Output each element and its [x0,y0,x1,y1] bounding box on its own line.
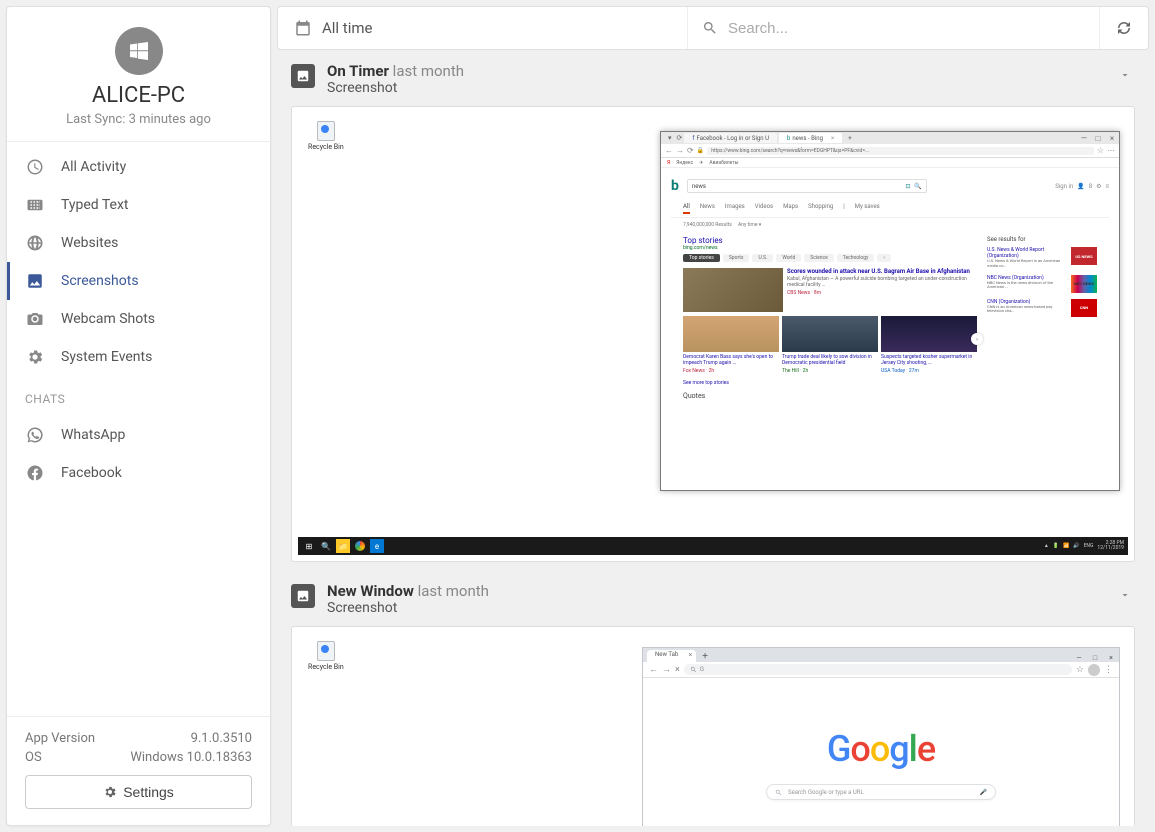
refresh-icon [1115,19,1133,37]
gear-icon [103,785,117,799]
gear-icon [25,347,45,367]
search-input[interactable] [728,20,1085,37]
entry: On Timer last month Screenshot Recycle B… [277,62,1149,562]
image-icon [291,584,315,608]
google-search-box: Search Google or type a URL 🎤 [766,784,996,800]
refresh-button[interactable] [1100,7,1148,49]
browser-window: ▾ ⟳ fFacebook - Log in or Sign U bnews -… [660,131,1120,491]
nav-list: All Activity Typed Text Websites Screens… [7,142,270,382]
nav-label: WhatsApp [61,427,125,443]
app-version-value: 9.1.0.3510 [191,731,252,746]
toolbar: All time [277,6,1149,50]
nav-label: Typed Text [61,197,129,213]
chats-header: CHATS [7,382,270,410]
entry-title: New Window [327,582,414,600]
whatsapp-icon [25,425,45,445]
device-last-sync: Last Sync: 3 minutes ago [17,112,260,127]
nav-label: Screenshots [61,273,139,289]
nav-websites[interactable]: Websites [7,224,270,262]
os-value: Windows 10.0.18363 [130,750,252,765]
screenshot-preview[interactable]: Recycle Bin ▾ ⟳ fFacebook - Log in or Si… [291,106,1135,562]
entry-subtitle: Screenshot [327,600,1103,616]
device-header: ALICE-PC Last Sync: 3 minutes ago [7,7,270,142]
entry-menu-toggle[interactable] [1115,582,1135,609]
chevron-down-icon [1119,69,1131,81]
nav-screenshots[interactable]: Screenshots [7,262,270,300]
entry-subtitle: Screenshot [327,80,1103,96]
settings-button[interactable]: Settings [25,775,252,809]
recycle-bin-icon: Recycle Bin [308,121,344,151]
carousel-next-icon: › [971,333,983,345]
settings-label: Settings [123,784,174,800]
entry-time: last month [418,582,489,600]
image-icon [291,64,315,88]
nav-typed-text[interactable]: Typed Text [7,186,270,224]
nav-label: Facebook [61,465,122,481]
time-filter[interactable]: All time [278,7,688,49]
entry: New Window last month Screenshot Recycle… [277,582,1149,826]
globe-icon [25,233,45,253]
image-icon [25,271,45,291]
keyboard-icon [25,195,45,215]
chevron-down-icon [1119,589,1131,601]
screenshot-preview[interactable]: Recycle Bin New Tab + —□× ←→× G ☆ [291,626,1135,826]
sidebar: ALICE-PC Last Sync: 3 minutes ago All Ac… [6,6,271,826]
app-version-label: App Version [25,731,95,746]
camera-icon [25,309,45,329]
nav-whatsapp[interactable]: WhatsApp [7,416,270,454]
sidebar-footer: App Version 9.1.0.3510 OS Windows 10.0.1… [7,716,270,825]
search-box [688,7,1100,49]
calendar-icon [294,19,312,37]
clock-icon [25,157,45,177]
entries-list: On Timer last month Screenshot Recycle B… [277,50,1149,826]
windows-taskbar: ⊞ 🔍 📁 e ▲🔋📶🔊 ENG 2:28 PM12/11/2019 [298,537,1128,555]
time-filter-label: All time [322,19,372,37]
windows-icon [115,27,163,75]
nav-all-activity[interactable]: All Activity [7,148,270,186]
chrome-window: New Tab + —□× ←→× G ☆ ⋮ Google [642,647,1120,826]
device-name: ALICE-PC [17,83,260,108]
nav-facebook[interactable]: Facebook [7,454,270,492]
entry-title: On Timer [327,62,389,80]
recycle-bin-icon: Recycle Bin [308,641,344,671]
entry-menu-toggle[interactable] [1115,62,1135,89]
os-label: OS [25,750,42,765]
facebook-icon [25,463,45,483]
google-logo: Google [643,728,1119,770]
nav-system-events[interactable]: System Events [7,338,270,376]
nav-label: All Activity [61,159,126,175]
nav-label: System Events [61,349,152,365]
search-icon [702,20,718,36]
nav-label: Websites [61,235,118,251]
nav-webcam-shots[interactable]: Webcam Shots [7,300,270,338]
entry-time: last month [393,62,464,80]
chats-list: WhatsApp Facebook [7,410,270,498]
main-content: All time On Timer last month Screenshot [277,6,1149,826]
nav-label: Webcam Shots [61,311,155,327]
